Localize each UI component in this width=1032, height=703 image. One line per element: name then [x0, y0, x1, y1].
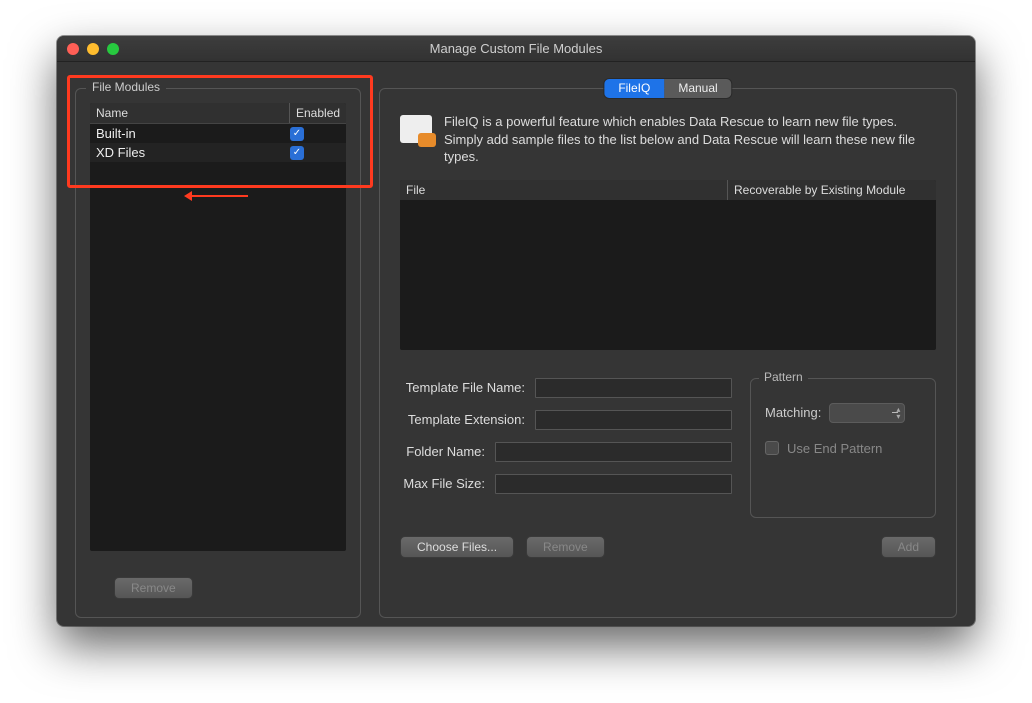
template-file-name-label: Template File Name:	[400, 380, 525, 395]
module-enabled-cell: ✓	[284, 127, 340, 141]
window-title: Manage Custom File Modules	[430, 41, 603, 56]
module-name: XD Files	[96, 145, 284, 160]
file-modules-legend: File Modules	[86, 80, 166, 94]
sample-files-header: File Recoverable by Existing Module	[400, 180, 936, 200]
column-recoverable[interactable]: Recoverable by Existing Module	[728, 180, 936, 200]
tab-segmented-control: FileIQ Manual	[604, 79, 731, 98]
add-button[interactable]: Add	[881, 536, 936, 558]
close-icon[interactable]	[67, 43, 79, 55]
tab-fileiq[interactable]: FileIQ	[604, 79, 664, 98]
spacer	[617, 536, 869, 558]
pattern-panel: Pattern Matching: ▴▾ Use End Pattern	[750, 378, 936, 518]
module-name: Built-in	[96, 126, 284, 141]
window-controls	[67, 43, 119, 55]
template-extension-input[interactable]	[535, 410, 732, 430]
matching-label: Matching:	[765, 405, 821, 420]
template-file-name-input[interactable]	[535, 378, 732, 398]
folder-name-label: Folder Name:	[400, 444, 485, 459]
module-enabled-cell: ✓	[284, 146, 340, 160]
column-name[interactable]: Name	[90, 103, 290, 123]
sample-files-table: File Recoverable by Existing Module	[400, 180, 936, 350]
file-modules-rows: Built-in ✓ XD Files ✓	[90, 124, 346, 162]
use-end-pattern-row[interactable]: Use End Pattern	[765, 441, 921, 456]
folder-name-input[interactable]	[495, 442, 732, 462]
window: Manage Custom File Modules File Modules …	[57, 36, 975, 626]
max-file-size-label: Max File Size:	[400, 476, 485, 491]
titlebar: Manage Custom File Modules	[57, 36, 975, 62]
pattern-legend: Pattern	[759, 370, 808, 384]
content-area: File Modules Name Enabled Built-in ✓ XD …	[57, 62, 975, 626]
tab-manual[interactable]: Manual	[664, 79, 731, 98]
use-end-pattern-label: Use End Pattern	[787, 441, 882, 456]
remove-sample-button[interactable]: Remove	[526, 536, 605, 558]
column-file[interactable]: File	[400, 180, 728, 200]
annotation-arrow	[190, 195, 248, 197]
form-area: Template File Name: Template Extension: …	[400, 378, 936, 518]
file-modules-panel: File Modules Name Enabled Built-in ✓ XD …	[75, 88, 361, 618]
table-row[interactable]: Built-in ✓	[90, 124, 346, 143]
remove-module-button[interactable]: Remove	[114, 577, 193, 599]
fileiq-panel: FileIQ Manual FileIQ is a powerful featu…	[379, 88, 957, 618]
chevron-updown-icon: ▴▾	[896, 406, 900, 420]
intro-row: FileIQ is a powerful feature which enabl…	[400, 113, 936, 166]
checkbox-checked-icon[interactable]: ✓	[290, 146, 304, 160]
max-file-size-input[interactable]	[495, 474, 732, 494]
matching-popup[interactable]: ▴▾	[829, 403, 905, 423]
template-extension-label: Template Extension:	[400, 412, 525, 427]
choose-files-button[interactable]: Choose Files...	[400, 536, 514, 558]
bottom-button-row: Choose Files... Remove Add	[400, 536, 936, 558]
fileiq-icon	[400, 115, 432, 143]
zoom-icon[interactable]	[107, 43, 119, 55]
file-modules-header: Name Enabled	[90, 103, 346, 124]
file-modules-table: Name Enabled Built-in ✓ XD Files ✓	[90, 103, 346, 551]
minimize-icon[interactable]	[87, 43, 99, 55]
table-row[interactable]: XD Files ✓	[90, 143, 346, 162]
form-fields: Template File Name: Template Extension: …	[400, 378, 732, 518]
intro-text: FileIQ is a powerful feature which enabl…	[444, 113, 936, 166]
checkbox-checked-icon[interactable]: ✓	[290, 127, 304, 141]
checkbox-unchecked-icon[interactable]	[765, 441, 779, 455]
column-enabled[interactable]: Enabled	[290, 103, 346, 123]
